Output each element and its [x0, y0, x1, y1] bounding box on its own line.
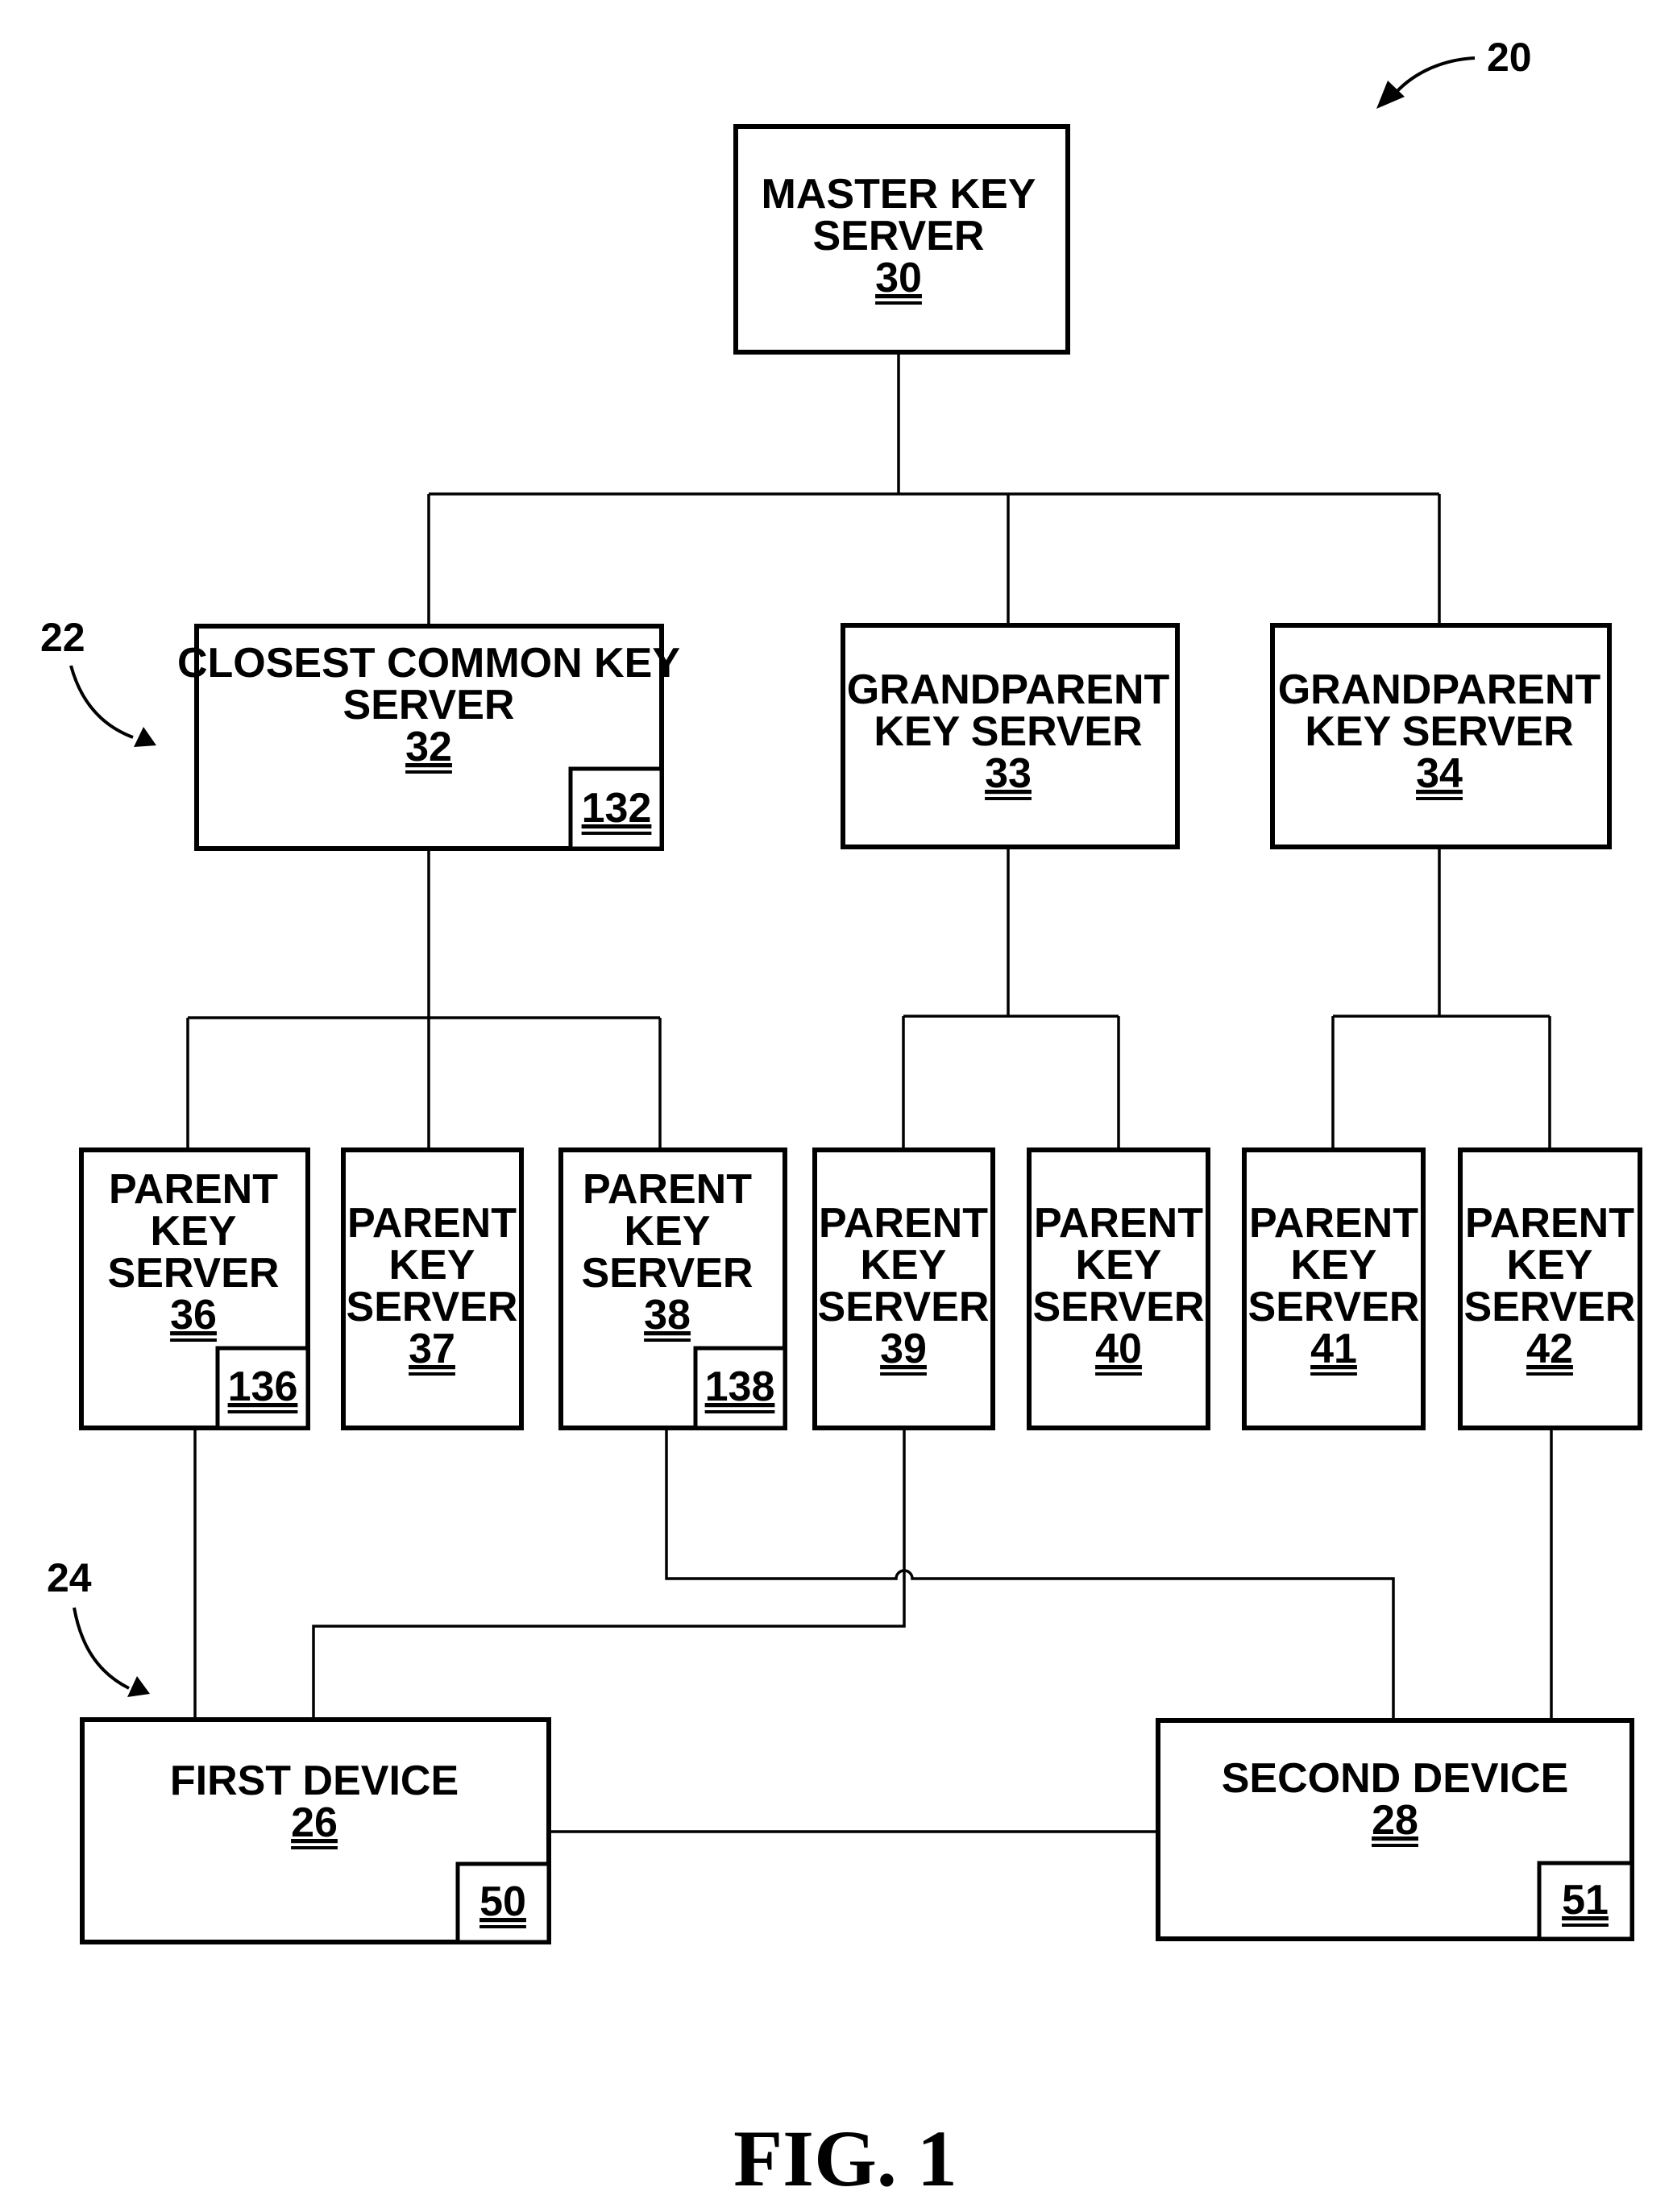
- ref-20-label: 20: [1487, 35, 1532, 80]
- label-line-1: PARENT: [819, 1200, 988, 1247]
- arrowhead-icon: [1376, 81, 1405, 109]
- label-line-2: KEY: [625, 1208, 711, 1255]
- ref-number: 32: [405, 724, 452, 770]
- connectors: [186, 352, 1553, 1833]
- label-line-2: KEY: [1507, 1242, 1593, 1289]
- ref-number: 38: [644, 1292, 691, 1338]
- sub-ref-number: 50: [479, 1878, 526, 1925]
- label-line-3: SERVER: [108, 1250, 280, 1297]
- curved-arrow-icon: [69, 665, 134, 739]
- sub-ref-number: 132: [582, 785, 652, 832]
- node-parent-key-server-38: PARENT KEY SERVER 38 138: [558, 1148, 787, 1430]
- label-line-2: SERVER: [343, 682, 515, 728]
- label-line-1: PARENT: [109, 1166, 278, 1213]
- wire-38-to-second-device: [665, 1428, 1395, 1720]
- label-line-1: GRANDPARENT: [1278, 666, 1601, 713]
- node-parent-key-server-37: PARENT KEY SERVER 37: [341, 1148, 524, 1430]
- label-line-1: FIRST DEVICE: [170, 1758, 459, 1804]
- node-second-device: SECOND DEVICE 28 51: [1156, 1718, 1634, 1941]
- node-first-device: FIRST DEVICE 26 50: [80, 1717, 551, 1944]
- wire-39-to-first-device: [312, 1428, 906, 1720]
- label-line-2: KEY: [861, 1242, 947, 1289]
- label-line-3: SERVER: [1248, 1284, 1420, 1330]
- ref-number: 34: [1416, 750, 1463, 797]
- ref-22-label: 22: [40, 615, 85, 660]
- ref-number: 36: [170, 1292, 217, 1338]
- label-line-1: GRANDPARENT: [847, 666, 1170, 713]
- label-line-2: KEY SERVER: [1305, 708, 1573, 755]
- ref-24-label: 24: [47, 1555, 92, 1600]
- figure-caption: FIG. 1: [733, 2114, 957, 2203]
- ref-number: 28: [1372, 1797, 1418, 1844]
- ref-number: 30: [875, 255, 922, 301]
- label-line-3: SERVER: [1033, 1284, 1205, 1330]
- ref-number: 37: [409, 1326, 455, 1372]
- ref-number: 26: [291, 1799, 338, 1846]
- label-line-2: KEY: [1291, 1242, 1377, 1289]
- node-closest-common-key-server: CLOSEST COMMON KEY SERVER 32 132: [177, 624, 680, 851]
- label-line-2: KEY SERVER: [874, 708, 1142, 755]
- node-parent-key-server-41: PARENT KEY SERVER 41: [1242, 1148, 1426, 1430]
- ref-number: 40: [1095, 1326, 1142, 1372]
- ref-24-callout: 24: [47, 1555, 150, 1697]
- ref-number: 42: [1526, 1326, 1573, 1372]
- label-line-1: PARENT: [1034, 1200, 1203, 1247]
- label-line-2: KEY: [389, 1242, 475, 1289]
- sub-ref-number: 51: [1562, 1877, 1609, 1924]
- label-line-3: SERVER: [582, 1250, 753, 1297]
- node-master-key-server: MASTER KEY SERVER 30: [733, 124, 1070, 355]
- curved-arrow-icon: [1394, 56, 1476, 94]
- sub-ref-number: 136: [228, 1363, 298, 1410]
- node-parent-key-server-42: PARENT KEY SERVER 42: [1458, 1148, 1642, 1430]
- label-line-2: KEY: [151, 1208, 237, 1255]
- ref-number: 33: [985, 750, 1032, 797]
- label-line-2: SERVER: [813, 213, 985, 259]
- label-line-3: SERVER: [818, 1284, 990, 1330]
- label-line-2: KEY: [1076, 1242, 1162, 1289]
- label-line-1: PARENT: [1465, 1200, 1634, 1247]
- label-line-1: PARENT: [347, 1200, 517, 1247]
- label-line-1: PARENT: [1249, 1200, 1418, 1247]
- label-line-1: CLOSEST COMMON KEY: [177, 640, 680, 687]
- sub-ref-number: 138: [705, 1363, 775, 1410]
- arrowhead-icon: [134, 727, 156, 747]
- label-line-1: PARENT: [583, 1166, 752, 1213]
- arrowhead-icon: [127, 1676, 150, 1697]
- node-parent-key-server-40: PARENT KEY SERVER 40: [1027, 1148, 1210, 1430]
- key-server-hierarchy-diagram: MASTER KEY SERVER 30 CLOSEST COMMON KEY …: [40, 35, 1642, 2203]
- node-parent-key-server-39: PARENT KEY SERVER 39: [812, 1148, 995, 1430]
- ref-number: 41: [1310, 1326, 1357, 1372]
- label-line-1: MASTER KEY: [762, 171, 1036, 218]
- ref-20-callout: 20: [1376, 35, 1532, 109]
- ref-number: 39: [880, 1326, 927, 1372]
- node-grandparent-key-server-34: GRANDPARENT KEY SERVER 34: [1270, 623, 1612, 849]
- curved-arrow-icon: [73, 1607, 130, 1690]
- label-line-1: SECOND DEVICE: [1222, 1755, 1569, 1802]
- label-line-3: SERVER: [1464, 1284, 1636, 1330]
- ref-22-callout: 22: [40, 615, 156, 747]
- label-line-3: SERVER: [347, 1284, 518, 1330]
- node-grandparent-key-server-33: GRANDPARENT KEY SERVER 33: [841, 623, 1180, 849]
- node-parent-key-server-36: PARENT KEY SERVER 36 136: [79, 1148, 310, 1430]
